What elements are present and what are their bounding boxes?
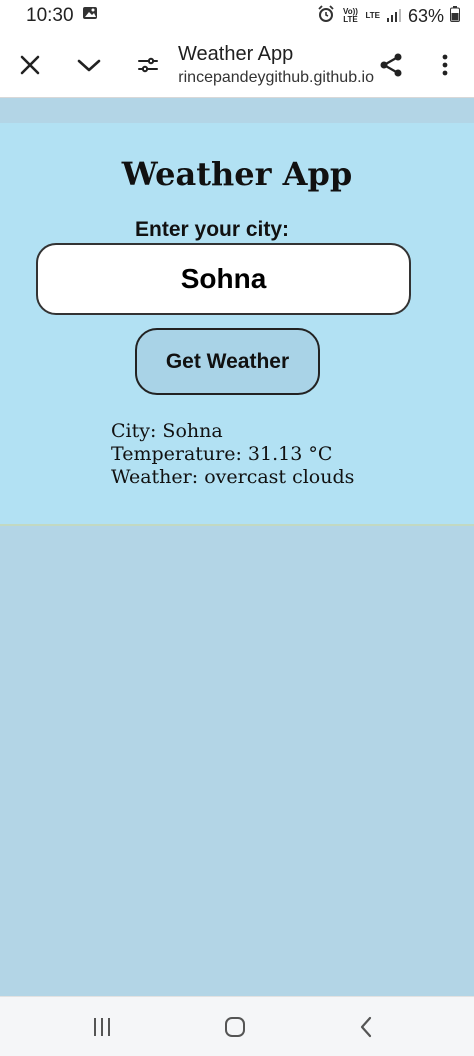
city-input[interactable] bbox=[36, 243, 411, 315]
city-label: Enter your city: bbox=[135, 218, 290, 241]
app-title: Weather App bbox=[121, 155, 353, 193]
alarm-icon bbox=[317, 4, 335, 28]
get-weather-button[interactable]: Get Weather bbox=[135, 328, 320, 395]
volte-indicator: Vo)) LTE bbox=[342, 7, 358, 24]
battery-icon bbox=[450, 5, 460, 27]
status-bar: 10:30 Vo)) LTE LTE 63% bbox=[0, 0, 474, 32]
gallery-icon bbox=[82, 5, 98, 27]
page-url[interactable]: princepandeygithub.github.io bbox=[178, 69, 374, 87]
chevron-down-icon[interactable] bbox=[72, 48, 106, 82]
page-title[interactable]: Weather App bbox=[178, 43, 293, 66]
browser-toolbar: Weather App princepandeygithub.github.io bbox=[0, 32, 474, 98]
status-left: 10:30 bbox=[26, 5, 98, 27]
page-top-strip bbox=[0, 99, 474, 123]
status-time: 10:30 bbox=[26, 5, 74, 26]
status-right: Vo)) LTE LTE 63% bbox=[317, 4, 460, 28]
signal-icon bbox=[386, 6, 402, 27]
recents-icon[interactable] bbox=[84, 1009, 120, 1045]
weather-result: City: Sohna Temperature: 31.13 °C Weathe… bbox=[111, 420, 354, 489]
back-icon[interactable] bbox=[348, 1009, 384, 1045]
tune-icon[interactable] bbox=[131, 48, 165, 82]
result-weather: Weather: overcast clouds bbox=[111, 466, 355, 488]
home-icon[interactable] bbox=[217, 1009, 253, 1045]
lte-indicator: LTE bbox=[365, 11, 380, 20]
system-nav-bar bbox=[0, 996, 474, 1056]
battery-percent: 63% bbox=[407, 5, 444, 26]
result-temperature: Temperature: 31.13 °C bbox=[111, 443, 333, 465]
close-icon[interactable] bbox=[13, 48, 47, 82]
result-city: City: Sohna bbox=[111, 420, 223, 442]
share-icon[interactable] bbox=[374, 48, 408, 82]
more-vert-icon[interactable] bbox=[428, 48, 462, 82]
